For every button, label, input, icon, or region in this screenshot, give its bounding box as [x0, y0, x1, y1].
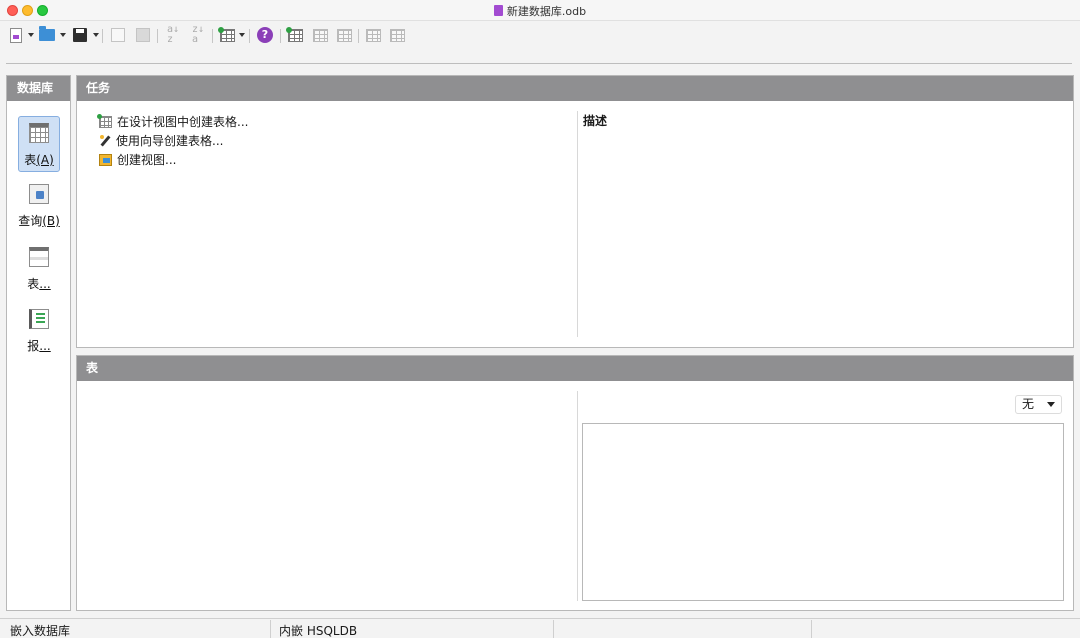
open-button[interactable] [38, 26, 56, 44]
status-database-type: 嵌入数据库 [10, 624, 71, 638]
form-from-table-dropdown[interactable] [239, 33, 245, 37]
sidebar-item-label: 表... [27, 277, 51, 291]
help-icon: ? [257, 27, 273, 43]
database-document-icon [493, 5, 503, 16]
wizard-icon [99, 134, 111, 147]
new-document-icon [10, 27, 22, 43]
new-document-dropdown[interactable] [28, 33, 34, 37]
toolbar-separator [212, 29, 213, 43]
tables-title: 表 [77, 356, 1073, 381]
properties-button[interactable] [388, 26, 406, 44]
folder-icon [39, 26, 55, 41]
status-separator [811, 620, 812, 638]
toolbar-separator [102, 29, 103, 43]
rename-button[interactable] [364, 26, 382, 44]
task-label: 使用向导创建表格... [116, 134, 224, 148]
paste-icon [136, 28, 150, 42]
chevron-down-icon [1047, 402, 1055, 407]
table-preview-area [582, 423, 1064, 601]
status-separator [553, 620, 554, 638]
copy-icon [111, 28, 125, 42]
copy-button[interactable] [109, 26, 127, 44]
edit-table-icon [312, 28, 328, 42]
tasks-title: 任务 [77, 76, 1073, 101]
toolbar-separator [157, 29, 158, 43]
description-label: 描述 [583, 114, 608, 128]
create-view-icon [99, 153, 112, 166]
task-create-table-design-view[interactable]: 在设计视图中创建表格... [97, 112, 249, 131]
status-separator [270, 620, 271, 638]
preview-mode-value: 无 [1022, 397, 1035, 411]
open-dropdown[interactable] [60, 33, 66, 37]
edit-table-button[interactable] [311, 26, 329, 44]
save-dropdown[interactable] [93, 33, 99, 37]
sidebar-item-reports[interactable]: 报... [18, 303, 60, 359]
save-icon [73, 28, 87, 42]
preview-mode-select[interactable]: 无 [1015, 395, 1062, 414]
sidebar-item-label: 查询(B) [18, 214, 60, 228]
sort-ascending-icon: a↓ z [166, 24, 180, 45]
create-table-button[interactable] [285, 26, 304, 44]
sort-descending-button[interactable]: z↓ a [189, 24, 207, 45]
task-create-table-wizard[interactable]: 使用向导创建表格... [99, 131, 248, 150]
task-list: 在设计视图中创建表格... 使用向导创建表格... 创建视图... [97, 112, 249, 169]
sort-descending-icon: z↓ a [191, 24, 205, 45]
tasks-splitter[interactable] [577, 111, 578, 337]
tables-splitter[interactable] [577, 391, 578, 601]
rename-icon [365, 28, 381, 42]
table-icon [285, 26, 303, 42]
delete-table-icon [336, 28, 352, 42]
properties-icon [389, 28, 405, 42]
task-label: 创建视图... [117, 153, 177, 167]
status-bar: 嵌入数据库 内嵌 HSQLDB [0, 618, 1080, 638]
database-sidebar: 数据库 表(A) 查询(B) 表... 报... [6, 75, 71, 611]
help-button[interactable]: ? [256, 26, 274, 44]
tables-panel: 表 无 [76, 355, 1074, 611]
toolbar: a↓ z z↓ a ? [0, 21, 1080, 64]
save-button[interactable] [71, 26, 89, 44]
window-title: 新建数据库.odb [506, 5, 587, 18]
sidebar-title: 数据库 [7, 76, 70, 101]
query-icon [29, 184, 49, 204]
table-icon [29, 123, 49, 143]
form-icon [29, 247, 49, 267]
tasks-panel: 任务 在设计视图中创建表格... 使用向导创建表格... 创建视图... 描述 [76, 75, 1074, 348]
toolbar-separator [280, 29, 281, 43]
delete-table-button[interactable] [335, 26, 353, 44]
sort-ascending-button[interactable]: a↓ z [164, 24, 182, 45]
design-view-icon [97, 113, 112, 128]
paste-button[interactable] [134, 26, 152, 44]
toolbar-divider [6, 63, 1072, 64]
status-database-engine: 内嵌 HSQLDB [279, 624, 358, 638]
task-label: 在设计视图中创建表格... [117, 115, 249, 129]
sidebar-item-forms[interactable]: 表... [18, 241, 60, 297]
window-title-wrap: 新建数据库.odb [0, 3, 1080, 19]
sidebar-item-label: 报... [27, 339, 51, 353]
sidebar-item-queries[interactable]: 查询(B) [15, 178, 63, 234]
form-icon [217, 26, 235, 42]
sidebar-item-label: 表(A) [24, 153, 54, 167]
task-create-view[interactable]: 创建视图... [99, 150, 248, 169]
toolbar-separator [358, 29, 359, 43]
title-bar: 新建数据库.odb [0, 0, 1080, 21]
sidebar-item-tables[interactable]: 表(A) [18, 116, 60, 172]
new-document-button[interactable] [7, 26, 25, 44]
report-icon [29, 309, 49, 329]
form-from-table-button[interactable] [217, 26, 236, 44]
toolbar-separator [249, 29, 250, 43]
